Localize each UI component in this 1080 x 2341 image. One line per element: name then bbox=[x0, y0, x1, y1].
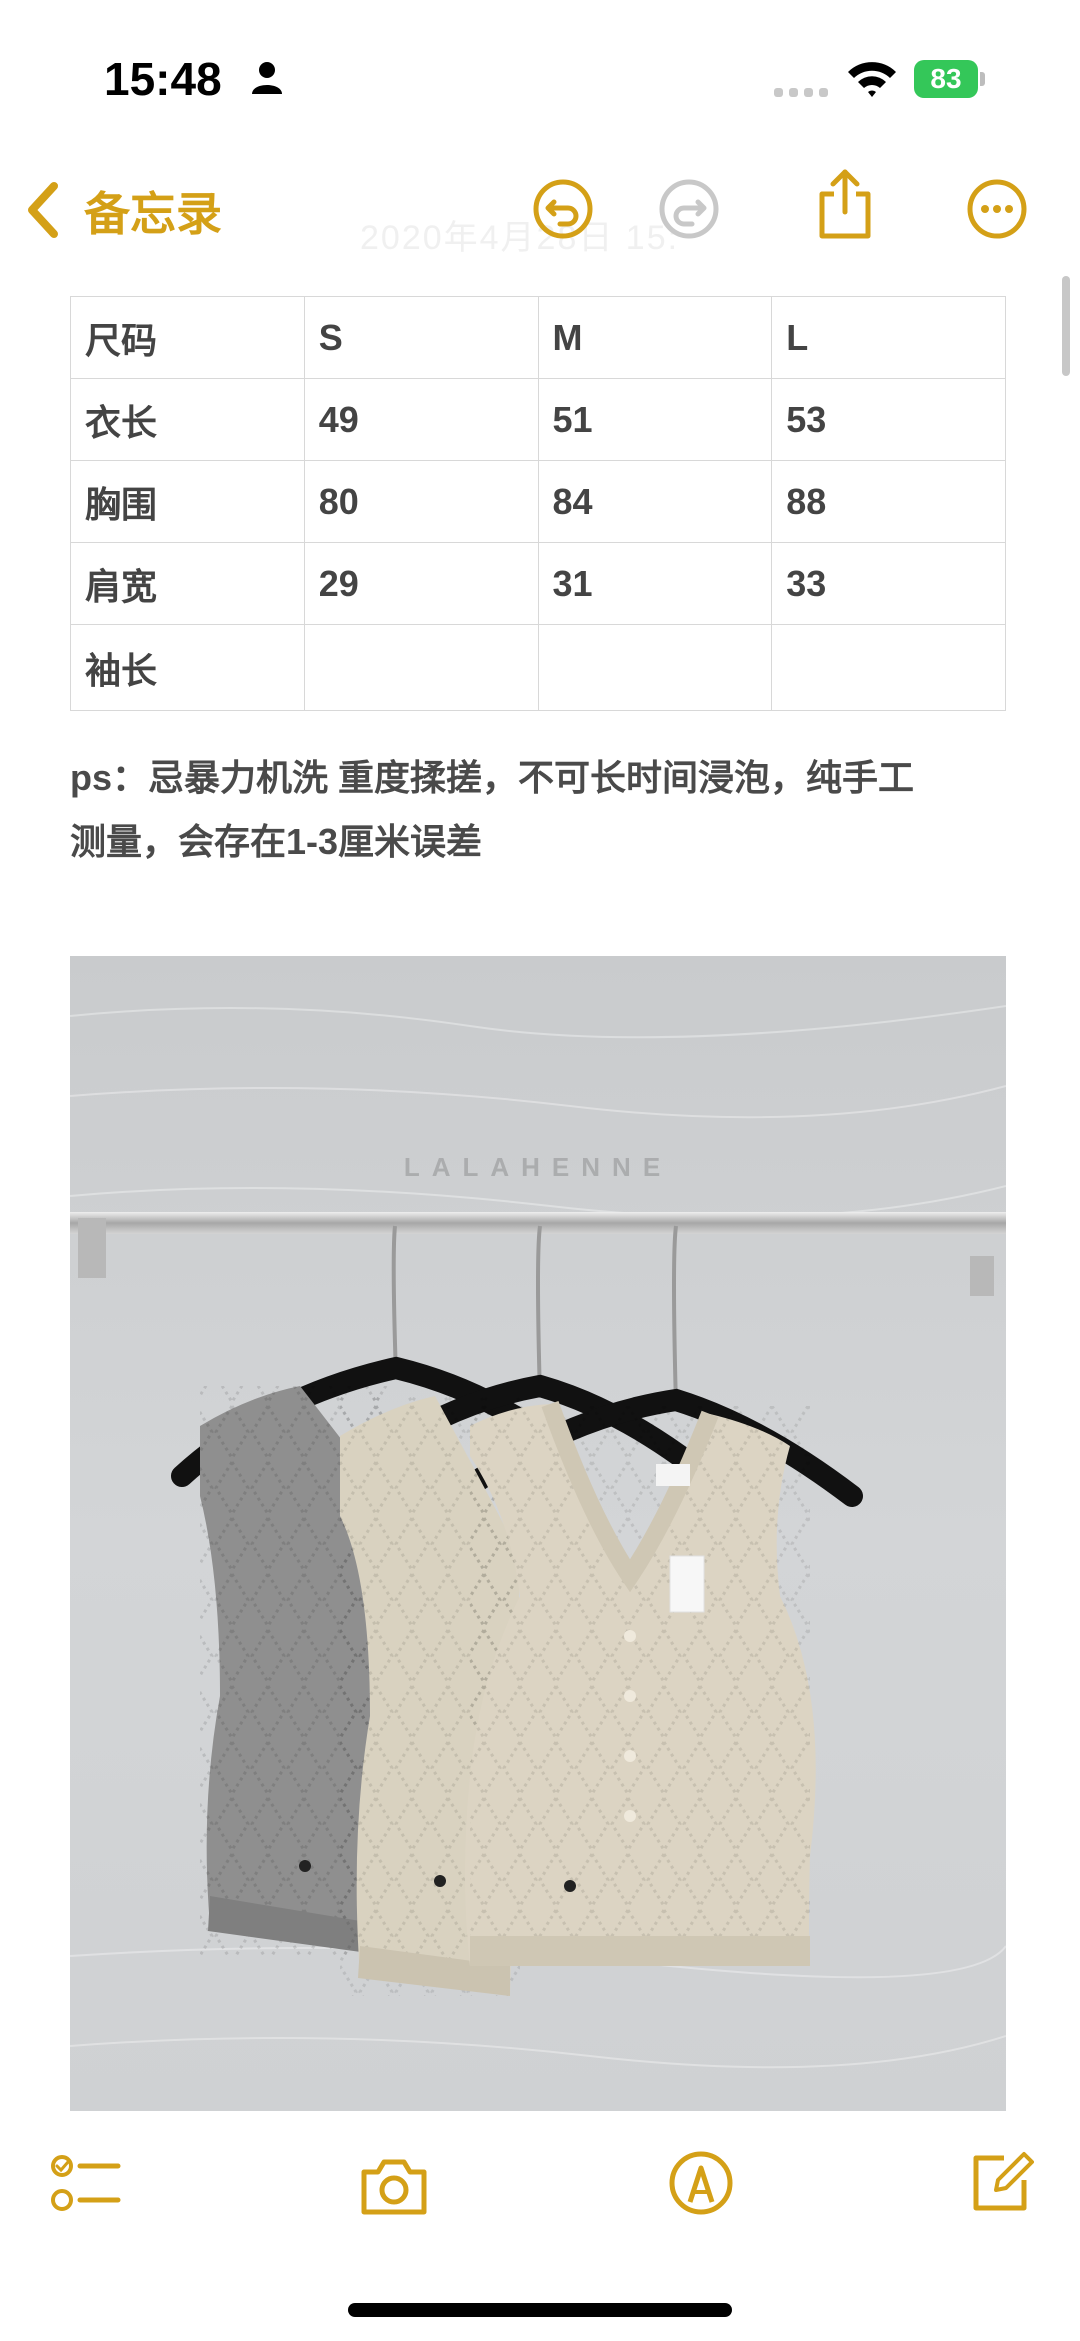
chevron-left-icon[interactable] bbox=[22, 180, 62, 240]
redo-icon[interactable] bbox=[658, 178, 720, 240]
table-header-cell[interactable]: L bbox=[771, 296, 1006, 379]
table-cell[interactable] bbox=[537, 624, 773, 711]
table-cell[interactable]: 51 bbox=[537, 378, 773, 461]
table-cell[interactable]: 49 bbox=[303, 378, 539, 461]
table-row: 衣长 49 51 53 bbox=[70, 378, 1006, 461]
table-cell[interactable]: 29 bbox=[303, 542, 539, 625]
battery-level: 83 bbox=[930, 63, 962, 94]
table-cell[interactable]: 80 bbox=[303, 460, 539, 543]
table-cell[interactable]: 衣长 bbox=[70, 378, 305, 461]
back-button[interactable]: 备忘录 bbox=[84, 178, 222, 244]
status-bar: 15:48 83 bbox=[0, 0, 1080, 150]
table-row: 袖长 bbox=[70, 624, 1006, 711]
table-cell[interactable]: 33 bbox=[771, 542, 1006, 625]
home-indicator[interactable] bbox=[348, 2303, 732, 2317]
scroll-indicator[interactable] bbox=[1062, 276, 1070, 376]
more-icon[interactable] bbox=[966, 178, 1028, 240]
battery-icon: 83 bbox=[914, 60, 978, 98]
note-text[interactable]: ps：忌暴力机洗 重度揉搓，不可长时间浸泡，纯手工 测量，会存在1-3厘米误差 bbox=[70, 746, 1010, 874]
undo-icon[interactable] bbox=[532, 178, 594, 240]
note-line: ps：忌暴力机洗 重度揉搓，不可长时间浸泡，纯手工 bbox=[70, 757, 915, 798]
table-cell[interactable]: 53 bbox=[771, 378, 1006, 461]
table-cell[interactable] bbox=[303, 624, 539, 711]
table-header-cell[interactable]: 尺码 bbox=[70, 296, 305, 379]
product-photo-art: LALAHENNE bbox=[70, 956, 1006, 2111]
bottom-toolbar bbox=[0, 2120, 1080, 2270]
table-header-cell[interactable]: M bbox=[537, 296, 773, 379]
wifi-icon bbox=[848, 62, 896, 97]
status-time: 15:48 bbox=[104, 53, 222, 105]
product-photo[interactable]: LALAHENNE bbox=[70, 956, 1006, 2111]
compose-icon[interactable] bbox=[968, 2150, 1034, 2216]
signal-icon bbox=[774, 88, 828, 97]
table-header-cell[interactable]: S bbox=[303, 296, 539, 379]
table-cell[interactable]: 胸围 bbox=[70, 460, 305, 543]
table-cell[interactable]: 84 bbox=[537, 460, 773, 543]
camera-icon[interactable] bbox=[358, 2156, 430, 2216]
table-cell[interactable]: 袖长 bbox=[70, 624, 305, 711]
table-cell[interactable] bbox=[771, 624, 1006, 711]
table-cell[interactable]: 肩宽 bbox=[70, 542, 305, 625]
table-cell[interactable]: 31 bbox=[537, 542, 773, 625]
faint-note-date: 2020年4月28日 15: bbox=[360, 219, 680, 257]
markup-icon[interactable] bbox=[668, 2150, 734, 2216]
note-line: 测量，会存在1-3厘米误差 bbox=[70, 821, 483, 862]
table-row: 胸围 80 84 88 bbox=[70, 460, 1006, 543]
share-icon[interactable] bbox=[816, 168, 874, 240]
table-header-row: 尺码 S M L bbox=[70, 296, 1006, 379]
table-row: 肩宽 29 31 33 bbox=[70, 542, 1006, 625]
watermark-text: LALAHENNE bbox=[404, 1152, 672, 1182]
battery-cap bbox=[980, 72, 985, 86]
size-table: 尺码 S M L 衣长 49 51 53 胸围 80 84 88 肩宽 29 3… bbox=[70, 296, 1006, 711]
person-icon bbox=[252, 62, 282, 94]
checklist-icon[interactable] bbox=[50, 2152, 122, 2218]
table-cell[interactable]: 88 bbox=[771, 460, 1006, 543]
